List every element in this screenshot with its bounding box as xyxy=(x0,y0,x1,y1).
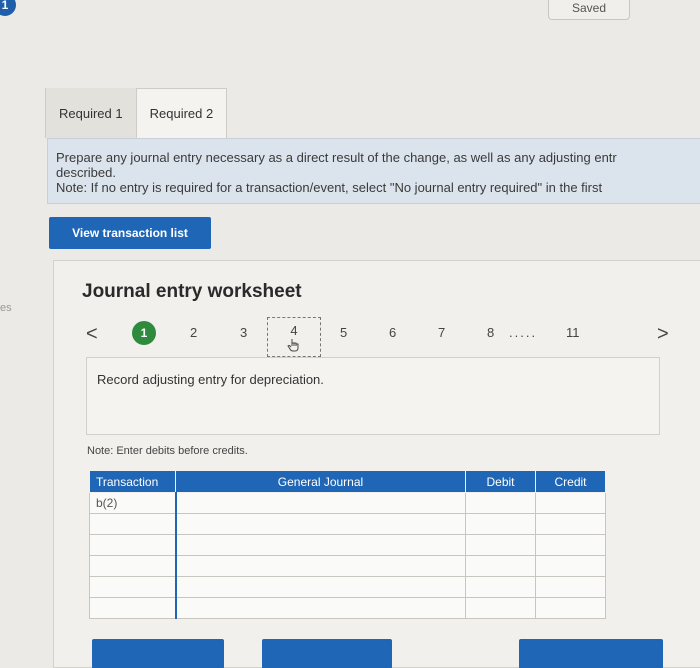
page-4-button[interactable]: 4 xyxy=(267,317,321,357)
view-transaction-list-button[interactable]: View transaction list xyxy=(49,217,211,249)
account-select-cell[interactable] xyxy=(174,576,466,598)
col-credit: Credit xyxy=(535,470,606,493)
transaction-cell xyxy=(89,576,176,598)
journal-header-row: Transaction General Journal Debit Credit xyxy=(89,470,606,493)
debit-input-cell[interactable] xyxy=(465,534,536,556)
debit-input-cell[interactable] xyxy=(465,597,536,619)
instructions-line-1: Prepare any journal entry necessary as a… xyxy=(56,150,617,165)
credit-input-cell[interactable] xyxy=(535,555,606,577)
credit-input-cell[interactable] xyxy=(535,597,606,619)
account-select-cell[interactable] xyxy=(174,513,466,535)
account-select-cell[interactable] xyxy=(174,597,466,619)
view-general-journal-button[interactable] xyxy=(519,639,663,668)
instructions-panel: Prepare any journal entry necessary as a… xyxy=(47,138,700,204)
credit-input-cell[interactable] xyxy=(535,534,606,556)
debit-input-cell[interactable] xyxy=(465,492,536,514)
account-select-cell[interactable] xyxy=(174,555,466,577)
page-1-button[interactable]: 1 xyxy=(132,321,156,345)
saved-status-button[interactable]: Saved xyxy=(548,0,630,20)
debits-note: Note: Enter debits before credits. xyxy=(87,445,248,457)
clear-entry-button[interactable] xyxy=(262,639,392,668)
col-general-journal: General Journal xyxy=(175,470,466,493)
page-6-button[interactable]: 6 xyxy=(389,325,396,340)
record-entry-button[interactable] xyxy=(92,639,224,668)
table-row xyxy=(89,534,606,556)
debit-input-cell[interactable] xyxy=(465,576,536,598)
page-2-button[interactable]: 2 xyxy=(190,325,197,340)
step-badge: 1 xyxy=(0,0,16,16)
pager-ellipsis: ..... xyxy=(509,325,538,340)
top-bar: 1 Saved xyxy=(0,0,700,20)
instructions-line-2: described. xyxy=(56,165,116,180)
journal-entry-worksheet: Journal entry worksheet < 1 2 3 4 5 6 7 … xyxy=(53,260,700,668)
next-page-button[interactable]: > xyxy=(657,323,669,346)
entry-description: Record adjusting entry for depreciation. xyxy=(97,372,324,387)
page-11-button[interactable]: 11 xyxy=(566,325,580,340)
transaction-cell xyxy=(89,534,176,556)
entry-pager: < 1 2 3 4 5 6 7 8 ..... 11 > xyxy=(54,317,700,357)
tab-required-2[interactable]: Required 2 xyxy=(135,88,228,138)
prev-page-button[interactable]: < xyxy=(86,323,98,346)
transaction-cell xyxy=(89,555,176,577)
tab-required-1[interactable]: Required 1 xyxy=(45,88,136,138)
page-8-button[interactable]: 8 xyxy=(487,325,494,340)
page-4-label: 4 xyxy=(290,322,298,338)
requirement-tabs: Required 1 Required 2 xyxy=(45,88,228,138)
table-row xyxy=(89,555,606,577)
page-3-button[interactable]: 3 xyxy=(240,325,247,340)
cut-off-sidebar-text: es xyxy=(0,302,12,314)
debit-input-cell[interactable] xyxy=(465,555,536,577)
journal-table: Transaction General Journal Debit Credit… xyxy=(89,470,606,619)
table-row xyxy=(89,513,606,535)
page-7-button[interactable]: 7 xyxy=(438,325,445,340)
entry-description-box: Record adjusting entry for depreciation. xyxy=(86,357,660,435)
table-row xyxy=(89,576,606,598)
col-debit: Debit xyxy=(465,470,536,493)
worksheet-title: Journal entry worksheet xyxy=(82,281,302,302)
transaction-cell xyxy=(89,597,176,619)
account-select-cell[interactable] xyxy=(174,534,466,556)
credit-input-cell[interactable] xyxy=(535,576,606,598)
credit-input-cell[interactable] xyxy=(535,492,606,514)
instructions-note: Note: If no entry is required for a tran… xyxy=(56,180,603,195)
col-transaction: Transaction xyxy=(89,470,176,493)
table-row: b(2) xyxy=(89,492,606,514)
debit-input-cell[interactable] xyxy=(465,513,536,535)
account-select-cell[interactable] xyxy=(174,492,466,514)
page-5-button[interactable]: 5 xyxy=(340,325,347,340)
hand-pointer-icon xyxy=(287,338,299,351)
transaction-cell: b(2) xyxy=(89,492,176,514)
table-row xyxy=(89,597,606,619)
transaction-cell xyxy=(89,513,176,535)
worksheet-action-buttons xyxy=(54,639,700,668)
credit-input-cell[interactable] xyxy=(535,513,606,535)
